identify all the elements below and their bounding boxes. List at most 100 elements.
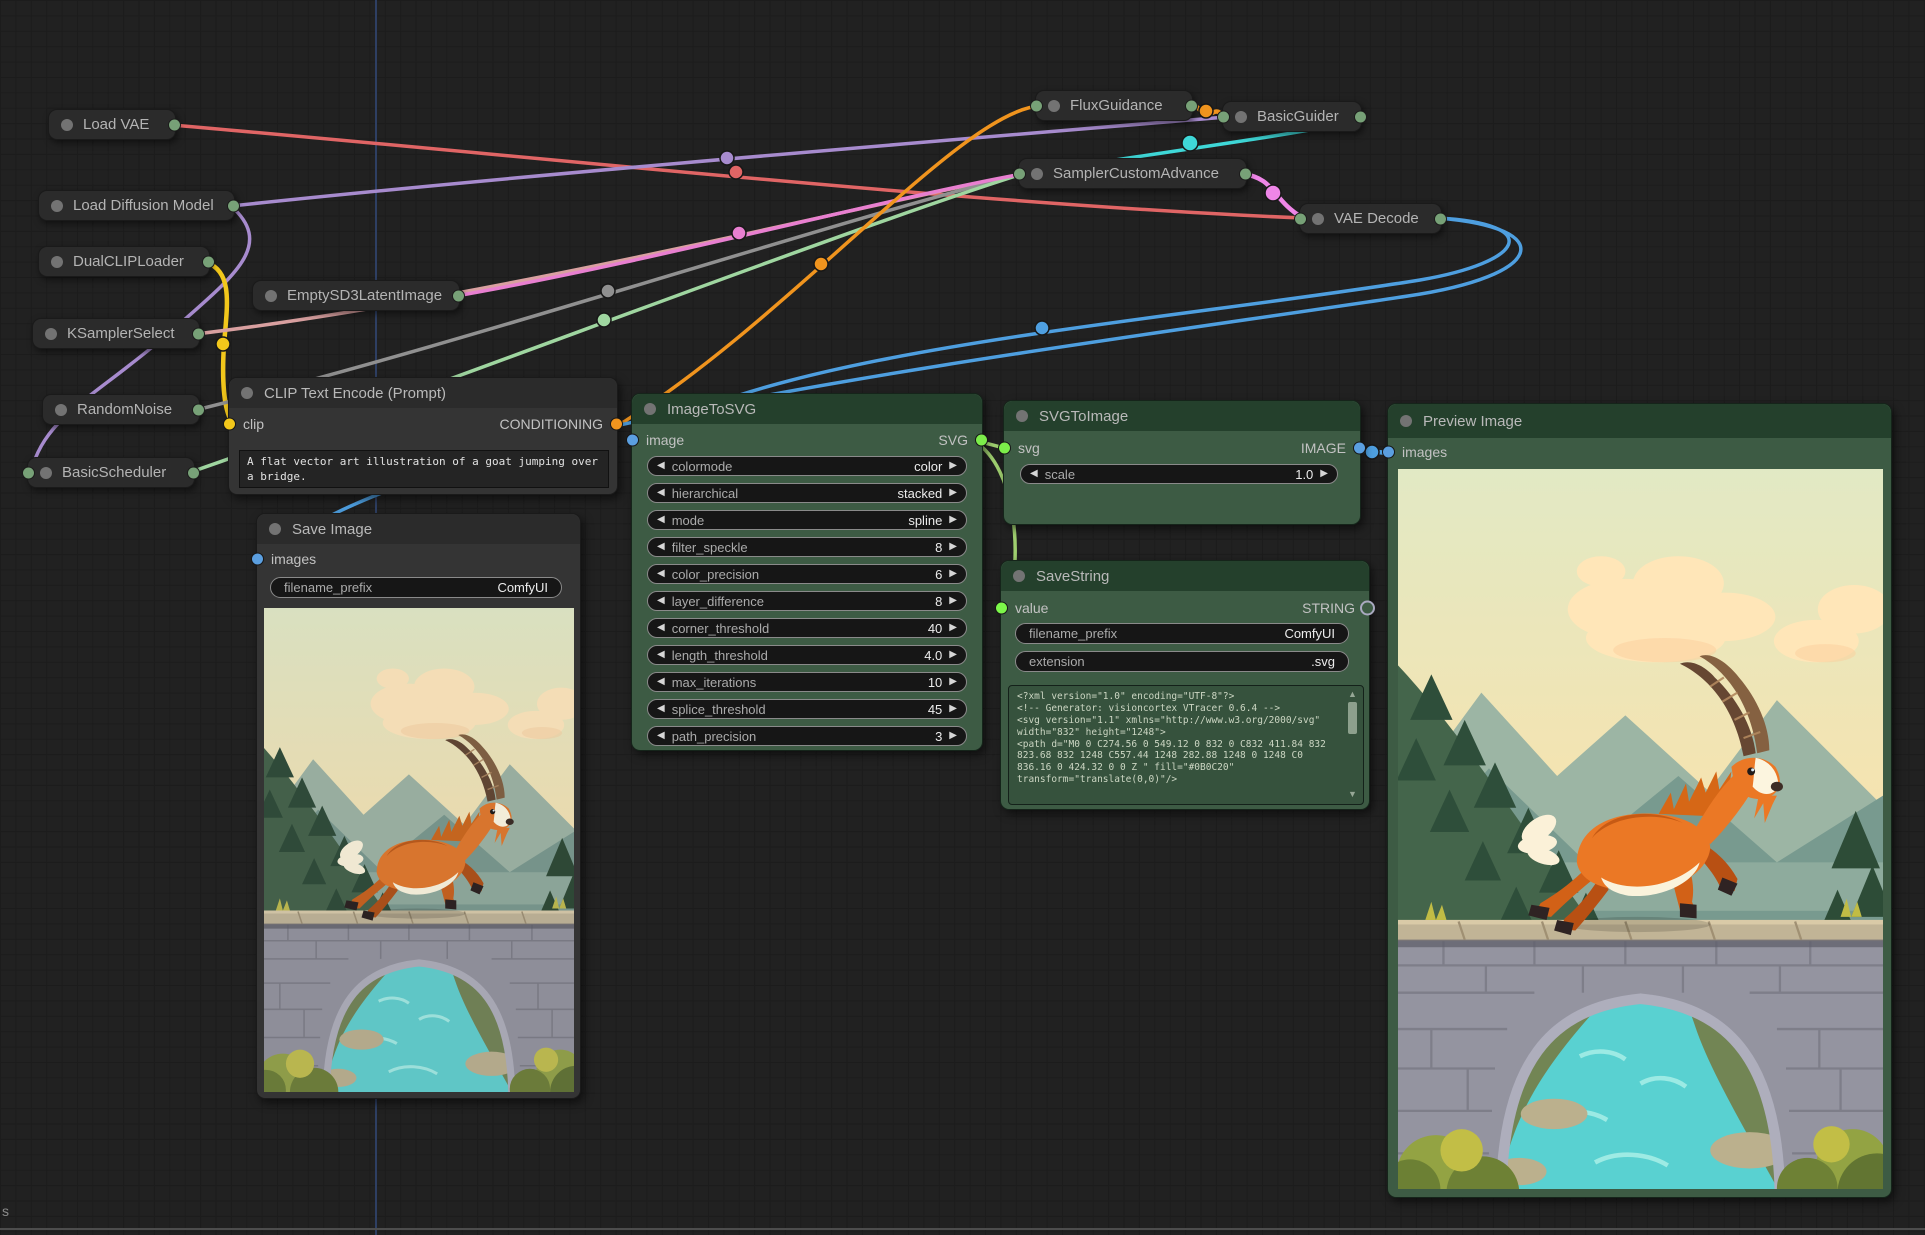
node-flux-guidance[interactable]: FluxGuidance xyxy=(1035,90,1193,121)
widget-max-iterations[interactable]: ◀ max_iterations 10 ▶ xyxy=(647,672,967,692)
increment-arrow-icon[interactable]: ▶ xyxy=(949,461,957,471)
increment-arrow-icon[interactable]: ▶ xyxy=(949,515,957,525)
widget-layer-difference[interactable]: ◀ layer_difference 8 ▶ xyxy=(647,591,967,611)
node-sampler-custom-advance[interactable]: SamplerCustomAdvance xyxy=(1018,158,1247,189)
prompt-textarea[interactable]: A flat vector art illustration of a goat… xyxy=(239,450,609,488)
increment-arrow-icon[interactable]: ▶ xyxy=(949,650,957,660)
collapse-dot-icon[interactable] xyxy=(51,200,63,212)
widget-filter-speckle[interactable]: ◀ filter_speckle 8 ▶ xyxy=(647,537,967,557)
output-port[interactable] xyxy=(1354,110,1367,123)
output-port[interactable] xyxy=(202,255,215,268)
conditioning-output-port[interactable] xyxy=(610,418,623,431)
node-basic-scheduler[interactable]: BasicScheduler xyxy=(27,457,195,488)
widget-path-precision[interactable]: ◀ path_precision 3 ▶ xyxy=(647,726,967,746)
widget-corner-threshold[interactable]: ◀ corner_threshold 40 ▶ xyxy=(647,618,967,638)
decrement-arrow-icon[interactable]: ◀ xyxy=(657,623,665,633)
widget-colormode[interactable]: ◀ colormode color ▶ xyxy=(647,456,967,476)
node-title-bar[interactable]: SaveString xyxy=(1001,561,1369,591)
clip-input-port[interactable] xyxy=(223,418,236,431)
collapse-dot-icon[interactable] xyxy=(1031,168,1043,180)
collapse-dot-icon[interactable] xyxy=(269,523,281,535)
input-port[interactable] xyxy=(22,466,35,479)
node-title-bar[interactable]: ImageToSVG xyxy=(632,394,982,424)
increment-arrow-icon[interactable]: ▶ xyxy=(949,488,957,498)
widget-scale[interactable]: ◀ scale 1.0 ▶ xyxy=(1020,464,1338,484)
collapse-dot-icon[interactable] xyxy=(51,256,63,268)
output-port[interactable] xyxy=(168,118,181,131)
scroll-down-icon[interactable]: ▼ xyxy=(1348,789,1357,799)
node-image-to-svg[interactable]: ImageToSVG image SVG ◀ colormode color ▶… xyxy=(631,393,983,751)
collapse-dot-icon[interactable] xyxy=(1013,570,1025,582)
node-title-bar[interactable]: CLIP Text Encode (Prompt) xyxy=(229,378,617,408)
node-title-bar[interactable]: Save Image xyxy=(257,514,580,544)
decrement-arrow-icon[interactable]: ◀ xyxy=(657,704,665,714)
increment-arrow-icon[interactable]: ▶ xyxy=(1320,469,1328,479)
image-input-port[interactable] xyxy=(626,434,639,447)
decrement-arrow-icon[interactable]: ◀ xyxy=(657,461,665,471)
decrement-arrow-icon[interactable]: ◀ xyxy=(657,515,665,525)
collapse-dot-icon[interactable] xyxy=(1312,213,1324,225)
svg-output-textarea[interactable]: <?xml version="1.0" encoding="UTF-8"?> <… xyxy=(1008,685,1364,805)
output-port[interactable] xyxy=(1239,167,1252,180)
node-clip-text-encode[interactable]: CLIP Text Encode (Prompt) clip CONDITION… xyxy=(228,377,618,495)
increment-arrow-icon[interactable]: ▶ xyxy=(949,569,957,579)
decrement-arrow-icon[interactable]: ◀ xyxy=(1030,469,1038,479)
node-basic-guider[interactable]: BasicGuider xyxy=(1222,101,1362,132)
increment-arrow-icon[interactable]: ▶ xyxy=(949,677,957,687)
collapse-dot-icon[interactable] xyxy=(45,328,57,340)
scrollbar-thumb[interactable] xyxy=(1348,702,1357,734)
output-port[interactable] xyxy=(192,327,205,340)
collapse-dot-icon[interactable] xyxy=(40,467,52,479)
node-title-bar[interactable]: Preview Image xyxy=(1388,404,1891,438)
value-input-port[interactable] xyxy=(995,602,1008,615)
widget-splice-threshold[interactable]: ◀ splice_threshold 45 ▶ xyxy=(647,699,967,719)
scroll-up-icon[interactable]: ▲ xyxy=(1348,689,1357,699)
decrement-arrow-icon[interactable]: ◀ xyxy=(657,677,665,687)
output-port[interactable] xyxy=(1434,212,1447,225)
node-load-diffusion-model[interactable]: Load Diffusion Model xyxy=(38,190,235,221)
svg-output-port[interactable] xyxy=(975,434,988,447)
collapse-dot-icon[interactable] xyxy=(1400,415,1412,427)
images-input-port[interactable] xyxy=(1382,446,1395,459)
node-save-string[interactable]: SaveString value STRING filename_prefix … xyxy=(1000,560,1370,810)
field-filename-prefix[interactable]: filename_prefix ComfyUI xyxy=(270,577,562,598)
collapse-dot-icon[interactable] xyxy=(644,403,656,415)
image-output-port[interactable] xyxy=(1353,442,1366,455)
node-title-bar[interactable]: SVGToImage xyxy=(1004,401,1360,431)
decrement-arrow-icon[interactable]: ◀ xyxy=(657,488,665,498)
node-preview-image[interactable]: Preview Image images xyxy=(1387,403,1892,1198)
output-port[interactable] xyxy=(192,403,205,416)
node-graph-canvas[interactable]: s xyxy=(0,0,1925,1235)
field-extension[interactable]: extension .svg xyxy=(1015,651,1349,672)
output-port[interactable] xyxy=(187,466,200,479)
widget-length-threshold[interactable]: ◀ length_threshold 4.0 ▶ xyxy=(647,645,967,665)
increment-arrow-icon[interactable]: ▶ xyxy=(949,623,957,633)
widget-color-precision[interactable]: ◀ color_precision 6 ▶ xyxy=(647,564,967,584)
field-filename-prefix[interactable]: filename_prefix ComfyUI xyxy=(1015,623,1349,644)
output-port[interactable] xyxy=(227,199,240,212)
increment-arrow-icon[interactable]: ▶ xyxy=(949,596,957,606)
node-save-image[interactable]: Save Image images filename_prefix ComfyU… xyxy=(256,513,581,1099)
decrement-arrow-icon[interactable]: ◀ xyxy=(657,731,665,741)
node-dual-clip-loader[interactable]: DualCLIPLoader xyxy=(38,246,210,277)
node-svg-to-image[interactable]: SVGToImage svg IMAGE ◀ scale 1.0 ▶ xyxy=(1003,400,1361,525)
input-port[interactable] xyxy=(1013,167,1026,180)
decrement-arrow-icon[interactable]: ◀ xyxy=(657,596,665,606)
collapse-dot-icon[interactable] xyxy=(241,387,253,399)
increment-arrow-icon[interactable]: ▶ xyxy=(949,542,957,552)
images-input-port[interactable] xyxy=(251,553,264,566)
node-vae-decode[interactable]: VAE Decode xyxy=(1299,203,1442,234)
output-port[interactable] xyxy=(1185,99,1198,112)
decrement-arrow-icon[interactable]: ◀ xyxy=(657,650,665,660)
node-load-vae[interactable]: Load VAE xyxy=(48,109,176,140)
collapse-dot-icon[interactable] xyxy=(1235,111,1247,123)
decrement-arrow-icon[interactable]: ◀ xyxy=(657,542,665,552)
decrement-arrow-icon[interactable]: ◀ xyxy=(657,569,665,579)
input-port[interactable] xyxy=(1030,99,1043,112)
string-output-port[interactable] xyxy=(1360,601,1375,616)
node-ksampler-select[interactable]: KSamplerSelect xyxy=(32,318,200,349)
input-port[interactable] xyxy=(1217,110,1230,123)
widget-mode[interactable]: ◀ mode spline ▶ xyxy=(647,510,967,530)
collapse-dot-icon[interactable] xyxy=(55,404,67,416)
collapse-dot-icon[interactable] xyxy=(1016,410,1028,422)
